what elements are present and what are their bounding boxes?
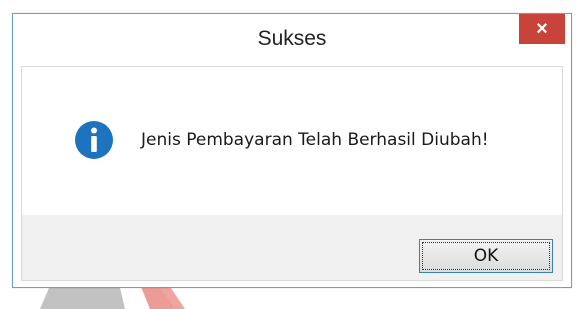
message-dialog: Sukses × Jenis Pembayaran Telah Berhasil… — [12, 13, 572, 288]
title-bar[interactable]: Sukses × — [13, 14, 571, 66]
dialog-message: Jenis Pembayaran Telah Berhasil Diubah! — [141, 130, 489, 150]
ok-button-label: OK — [473, 246, 499, 266]
ok-button[interactable]: OK — [419, 239, 553, 273]
info-icon — [75, 121, 113, 159]
button-area: OK — [22, 215, 562, 280]
dialog-content: Jenis Pembayaran Telah Berhasil Diubah! … — [21, 66, 563, 281]
screen: Sukses × Jenis Pembayaran Telah Berhasil… — [0, 0, 584, 309]
close-icon: × — [536, 17, 548, 40]
close-button[interactable]: × — [519, 14, 565, 44]
message-area: Jenis Pembayaran Telah Berhasil Diubah! — [22, 67, 562, 215]
dialog-title: Sukses — [257, 27, 327, 50]
